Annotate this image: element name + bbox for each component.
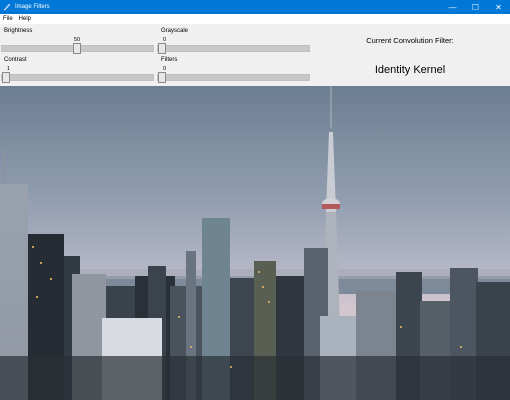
menu-bar: File Help <box>0 14 510 24</box>
filters-label: Filters <box>161 57 178 63</box>
filters-slider-thumb[interactable] <box>158 72 166 83</box>
maximize-button[interactable]: ☐ <box>464 0 487 14</box>
filters-slider[interactable] <box>157 74 310 81</box>
contrast-slider-thumb[interactable] <box>2 72 10 83</box>
app-window: Image Filters — ☐ ✕ File Help Brightness… <box>0 0 510 400</box>
controls-panel: Brightness 50 Grayscale 0 Contrast 1 Fil… <box>0 24 510 86</box>
current-filter-name: Identity Kernel <box>374 64 446 76</box>
close-button[interactable]: ✕ <box>487 0 510 14</box>
feather-icon <box>3 3 11 11</box>
filter-heading: Current Convolution Filter: <box>366 36 454 45</box>
grayscale-slider-thumb[interactable] <box>158 43 166 54</box>
city-skyline-photo <box>0 86 510 400</box>
grayscale-label: Grayscale <box>161 28 189 34</box>
menu-file[interactable]: File <box>0 16 16 22</box>
window-title: Image Filters <box>15 4 50 10</box>
menu-help[interactable]: Help <box>16 16 34 22</box>
brightness-slider-thumb[interactable] <box>73 43 81 54</box>
minimize-button[interactable]: — <box>441 0 464 14</box>
grayscale-slider[interactable] <box>157 45 310 52</box>
title-bar: Image Filters — ☐ ✕ <box>0 0 510 14</box>
contrast-label: Contrast <box>4 57 27 63</box>
contrast-slider[interactable] <box>1 74 154 81</box>
brightness-label: Brightness <box>4 28 33 34</box>
